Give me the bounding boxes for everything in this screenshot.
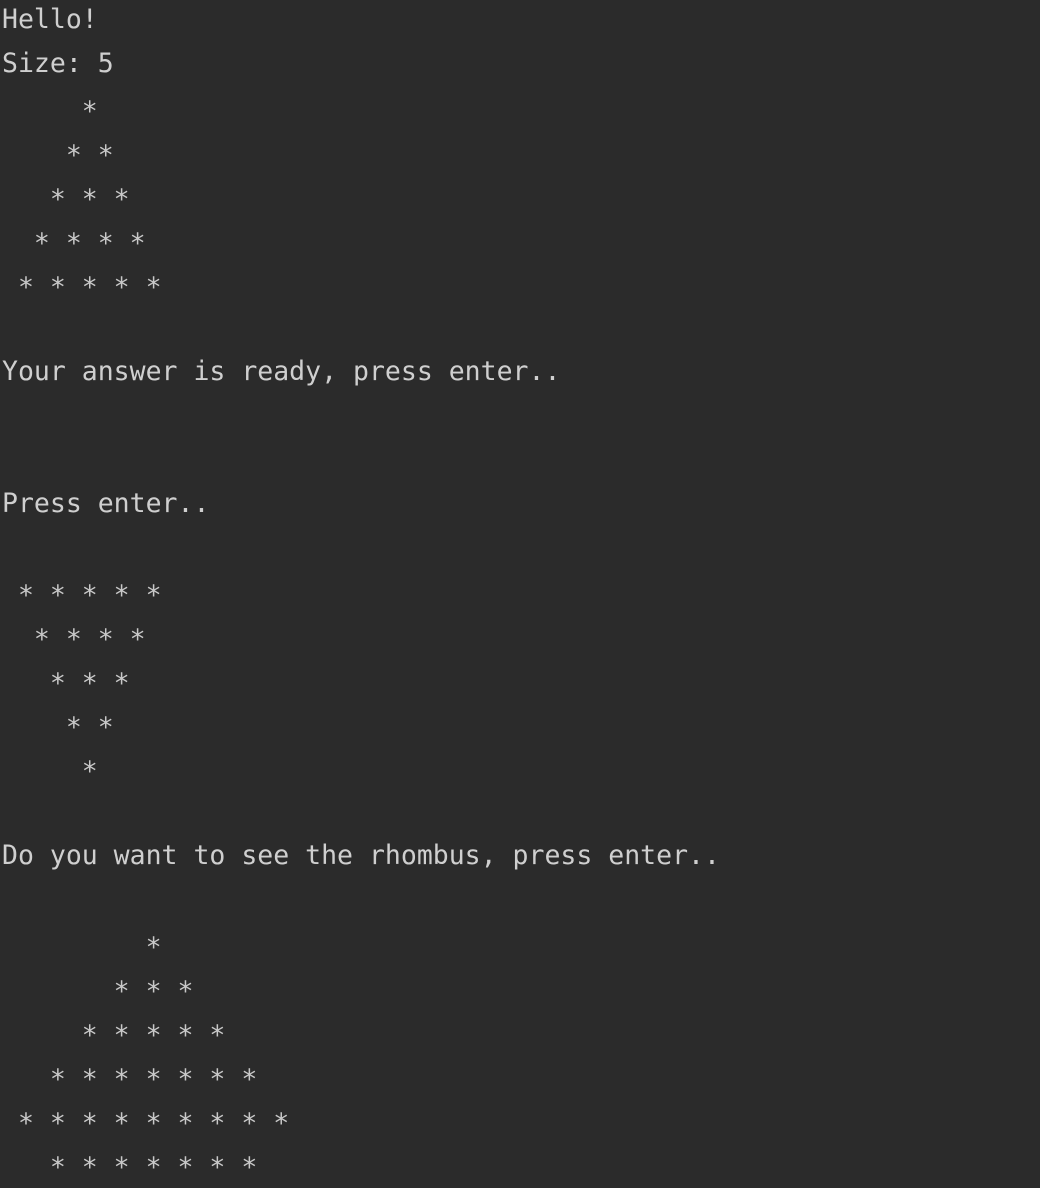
triangle-row-3: * * * [2,184,130,215]
inverted-triangle-row-5: * [2,756,98,787]
inverted-triangle-row-2: * * * * [2,624,146,655]
triangle-row-4: * * * * [2,228,146,259]
size-line: Size: 5 [2,48,114,79]
rhombus-row-2: * * * [2,976,194,1007]
greeting-line: Hello! [2,4,98,35]
rhombus-row-5: * * * * * * * * * [2,1108,290,1139]
triangle-row-1: * [2,96,98,127]
triangle-row-2: * * [2,140,114,171]
rhombus-row-1: * [2,932,162,963]
answer-ready-prompt: Your answer is ready, press enter.. [2,356,561,387]
inverted-triangle-row-1: * * * * * [2,580,162,611]
inverted-triangle-row-3: * * * [2,668,130,699]
rhombus-row-3: * * * * * [2,1020,226,1051]
inverted-triangle-row-4: * * [2,712,114,743]
console-output[interactable]: Hello! Size: 5 * * * * * * * * * * * * *… [0,0,1040,1188]
triangle-row-5: * * * * * [2,272,162,303]
rhombus-row-6: * * * * * * * [2,1152,258,1183]
press-enter-prompt: Press enter.. [2,488,210,519]
rhombus-prompt: Do you want to see the rhombus, press en… [2,840,720,871]
rhombus-row-4: * * * * * * * [2,1064,258,1095]
